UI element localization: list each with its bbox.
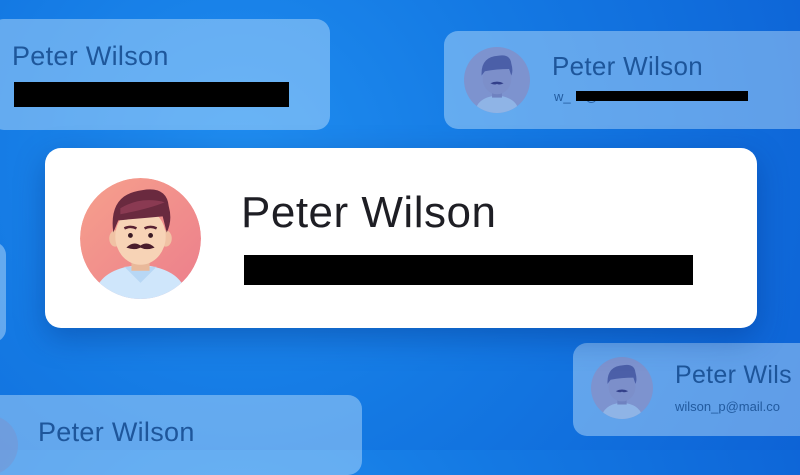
avatar xyxy=(0,415,18,475)
contact-email: wilson_p@mail.co xyxy=(675,399,780,414)
contact-name: Peter Wilson xyxy=(241,188,497,237)
avatar xyxy=(591,357,653,419)
contact-name: Peter Wilson xyxy=(38,417,195,447)
contact-card-ghost-bottom-right[interactable]: Peter Wils wilson_p@mail.co xyxy=(573,343,800,436)
avatar xyxy=(80,178,201,299)
avatar xyxy=(464,47,530,113)
contact-card-main[interactable]: Peter Wilson xyxy=(45,148,757,328)
person-avatar-icon xyxy=(591,357,653,419)
contact-name: Peter Wils xyxy=(675,361,792,389)
contact-card-ghost-bottom-left[interactable]: Peter Wilson xyxy=(0,395,362,475)
person-avatar-icon xyxy=(80,178,201,299)
person-avatar-icon xyxy=(464,47,530,113)
redacted-email-bar xyxy=(576,91,748,101)
contact-name: Peter Wilson xyxy=(12,41,169,71)
redacted-email-bar xyxy=(14,82,289,107)
contact-card-ghost-top-left[interactable]: Peter Wilson xyxy=(0,19,330,130)
contact-name: Peter Wilson xyxy=(552,51,703,81)
contact-card-ghost-left-edge[interactable] xyxy=(0,242,6,342)
contact-card-ghost-top-right[interactable]: Peter Wilson w_ @b il.com xyxy=(444,31,800,129)
redacted-email-bar xyxy=(244,255,693,285)
